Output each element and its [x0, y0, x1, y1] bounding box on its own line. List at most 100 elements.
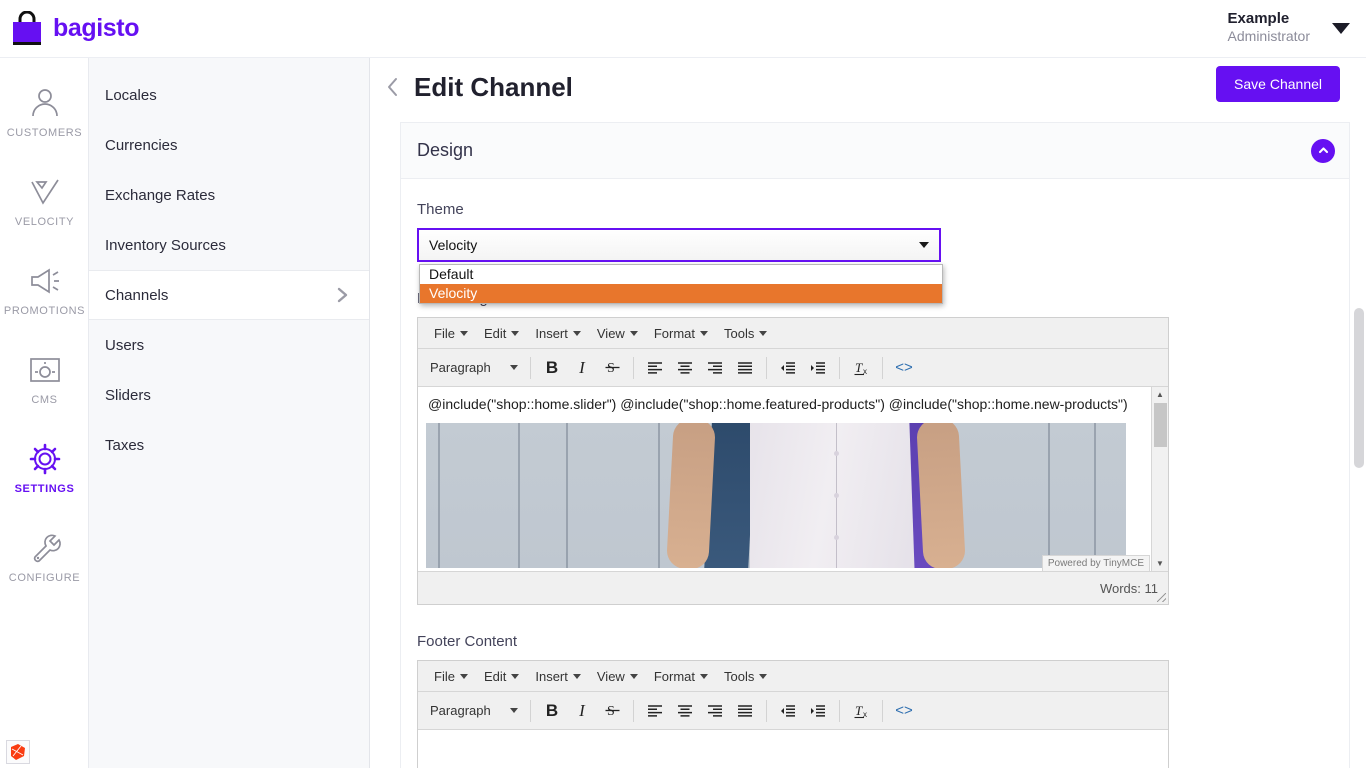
menu-insert-label: Insert: [535, 668, 568, 684]
sidebar-item-velocity[interactable]: Velocity: [0, 157, 89, 246]
sidebar-item-configure[interactable]: Configure: [0, 513, 89, 602]
clear-formatting-button[interactable]: T x: [846, 697, 876, 725]
scroll-up-arrow-icon[interactable]: ▲: [1152, 387, 1168, 402]
scroll-down-arrow-icon[interactable]: ▼: [1152, 556, 1168, 571]
sidebar-item-settings[interactable]: Settings: [0, 424, 89, 513]
top-bar: bagisto Example Administrator: [0, 0, 1366, 58]
screen-gear-icon: [29, 358, 60, 382]
clear-formatting-button[interactable]: T x: [846, 354, 876, 382]
menu-edit[interactable]: Edit: [476, 326, 527, 341]
italic-button[interactable]: I: [567, 697, 597, 725]
align-right-button[interactable]: [700, 697, 730, 725]
menu-edit[interactable]: Edit: [476, 669, 527, 684]
scrollbar-thumb[interactable]: [1154, 403, 1167, 447]
subnav-item-channels[interactable]: Channels: [89, 270, 369, 320]
page-scrollbar-thumb[interactable]: [1354, 308, 1364, 468]
tinymce-badge[interactable]: Powered by TinyMCE: [1041, 555, 1150, 571]
menu-view[interactable]: View: [589, 669, 646, 684]
svg-text:T: T: [855, 360, 863, 375]
italic-button[interactable]: I: [567, 354, 597, 382]
sidebar-item-customers[interactable]: Customers: [0, 68, 89, 157]
strikethrough-button[interactable]: S: [597, 697, 627, 725]
theme-select[interactable]: Velocity: [417, 228, 941, 262]
toolbar-divider: [530, 356, 531, 379]
bold-button[interactable]: B: [537, 697, 567, 725]
align-center-icon: [678, 361, 692, 374]
collapse-toggle-button[interactable]: [1311, 138, 1335, 163]
chevron-right-icon: [337, 287, 348, 303]
account-menu[interactable]: Example Administrator: [1228, 9, 1350, 46]
menu-format-label: Format: [653, 325, 695, 341]
subnav-item-label: Currencies: [105, 136, 178, 154]
paragraph-style-select[interactable]: Paragraph: [426, 360, 524, 375]
subnav-item-taxes[interactable]: Taxes: [89, 420, 369, 470]
sidebar-item-label: Promotions: [3, 305, 86, 317]
menu-format[interactable]: Format: [646, 326, 716, 341]
subnav-item-inventory-sources[interactable]: Inventory Sources: [89, 220, 369, 270]
bold-button[interactable]: B: [537, 354, 567, 382]
align-left-icon: [648, 361, 662, 374]
subnav-item-users[interactable]: Users: [89, 320, 369, 370]
laravel-debugbar-icon[interactable]: [6, 740, 30, 764]
triangle-down-icon: [919, 242, 929, 248]
menu-view-label: View: [596, 668, 625, 684]
menu-view-label: View: [596, 325, 625, 341]
align-center-button[interactable]: [670, 697, 700, 725]
outdent-button[interactable]: [773, 354, 803, 382]
person-in-white-shirt-photo[interactable]: [426, 423, 1126, 569]
strikethrough-button[interactable]: S: [597, 354, 627, 382]
menu-view[interactable]: View: [589, 326, 646, 341]
source-code-button[interactable]: <>: [889, 697, 919, 725]
menu-insert[interactable]: Insert: [527, 326, 589, 341]
editor-content-area[interactable]: @include("shop::home.slider") @include("…: [418, 387, 1168, 572]
sidebar-item-promotions[interactable]: Promotions: [0, 246, 89, 335]
caret-down-icon: [629, 330, 638, 336]
align-center-button[interactable]: [670, 354, 700, 382]
indent-button[interactable]: [803, 354, 833, 382]
editor-content-area[interactable]: [418, 730, 1168, 768]
brand-logo[interactable]: bagisto: [10, 10, 139, 47]
indent-button[interactable]: [803, 697, 833, 725]
chevron-left-icon[interactable]: [384, 75, 402, 99]
bold-icon: B: [545, 701, 559, 720]
sidebar-item-label: CMS: [31, 394, 58, 406]
align-right-button[interactable]: [700, 354, 730, 382]
toolbar-divider: [633, 356, 634, 379]
theme-option-velocity[interactable]: Velocity: [420, 284, 942, 303]
paragraph-style-select[interactable]: Paragraph: [426, 703, 524, 718]
strikethrough-icon: S: [605, 361, 619, 376]
toolbar-divider: [882, 699, 883, 722]
subnav-item-exchange-rates[interactable]: Exchange Rates: [89, 170, 369, 220]
outdent-button[interactable]: [773, 697, 803, 725]
design-card: Design Theme Velocity Default Velocity F…: [400, 122, 1350, 768]
menu-tools[interactable]: Tools: [716, 669, 775, 684]
menu-edit-label: Edit: [483, 325, 507, 341]
editor-scrollbar[interactable]: ▲ ▼: [1151, 387, 1168, 571]
svg-text:S: S: [607, 361, 615, 376]
menu-tools[interactable]: Tools: [716, 326, 775, 341]
align-justify-button[interactable]: [730, 697, 760, 725]
sidebar-item-label: Configure: [8, 572, 81, 584]
save-channel-button[interactable]: Save Channel: [1216, 66, 1340, 102]
chevron-down-icon[interactable]: [1332, 23, 1350, 35]
menu-file[interactable]: File: [426, 669, 476, 684]
home-page-content-editor: File Edit Insert View Format Tools Parag…: [417, 317, 1169, 605]
menu-file[interactable]: File: [426, 326, 476, 341]
subnav-item-locales[interactable]: Locales: [89, 70, 369, 120]
menu-insert[interactable]: Insert: [527, 669, 589, 684]
menu-format-label: Format: [653, 668, 695, 684]
subnav-item-sliders[interactable]: Sliders: [89, 370, 369, 420]
indent-icon: [811, 704, 825, 717]
source-code-button[interactable]: <>: [889, 354, 919, 382]
resize-grip-icon[interactable]: [1157, 593, 1166, 602]
editor-content-text: @include("shop::home.slider") @include("…: [428, 396, 1128, 412]
menu-format[interactable]: Format: [646, 669, 716, 684]
align-justify-button[interactable]: [730, 354, 760, 382]
sidebar-item-cms[interactable]: CMS: [0, 335, 89, 424]
align-left-button[interactable]: [640, 697, 670, 725]
caret-down-icon: [511, 330, 520, 336]
align-left-button[interactable]: [640, 354, 670, 382]
theme-option-default[interactable]: Default: [420, 265, 942, 284]
subnav-item-currencies[interactable]: Currencies: [89, 120, 369, 170]
page-scrollbar[interactable]: [1354, 60, 1364, 766]
